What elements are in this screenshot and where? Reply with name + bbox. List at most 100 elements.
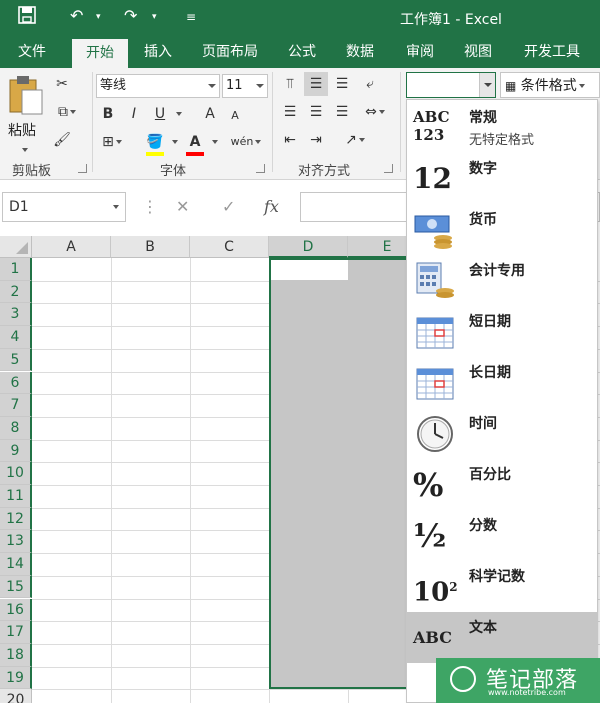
menu-item-accounting[interactable]: 会计专用 bbox=[407, 255, 597, 306]
menu-item-scientific[interactable]: 102 科学记数 bbox=[407, 561, 597, 612]
font-name-select[interactable]: 等线 bbox=[96, 74, 220, 98]
alignment-launcher-icon[interactable] bbox=[384, 164, 393, 173]
row-header-14[interactable]: 14 bbox=[0, 553, 32, 576]
tab-formulas[interactable]: 公式 bbox=[276, 36, 328, 68]
tab-review[interactable]: 审阅 bbox=[394, 36, 446, 68]
undo-icon[interactable]: ↶ bbox=[70, 6, 83, 25]
row-header-20[interactable]: 20 bbox=[0, 689, 32, 703]
menu-item-long-date[interactable]: 长日期 bbox=[407, 357, 597, 408]
row-header-16[interactable]: 16 bbox=[0, 598, 32, 622]
name-box[interactable]: D1 bbox=[2, 192, 126, 222]
font-shrink-button[interactable]: A bbox=[226, 104, 244, 128]
menu-item-label: 百分比 bbox=[469, 467, 511, 483]
row-header-1[interactable]: 1 bbox=[0, 258, 32, 281]
orientation-icon[interactable]: ↗ bbox=[338, 128, 372, 152]
fill-color-icon[interactable]: 🪣 bbox=[144, 130, 166, 154]
menu-item-number[interactable]: 12 数字 bbox=[407, 153, 597, 204]
font-color-dropdown-icon[interactable] bbox=[208, 130, 220, 154]
tab-data[interactable]: 数据 bbox=[334, 36, 386, 68]
format-painter-icon[interactable]: 🖌 bbox=[50, 128, 74, 152]
menu-item-short-date[interactable]: 短日期 bbox=[407, 306, 597, 357]
redo-dropdown-icon[interactable]: ▾ bbox=[152, 12, 157, 22]
tab-view[interactable]: 视图 bbox=[452, 36, 504, 68]
row-header-18[interactable]: 18 bbox=[0, 643, 32, 667]
menu-item-currency[interactable]: 货币 bbox=[407, 204, 597, 255]
align-middle-icon[interactable]: ☰ bbox=[304, 72, 328, 96]
tab-home[interactable]: 开始 bbox=[72, 39, 128, 68]
row-header-7[interactable]: 7 bbox=[0, 394, 32, 417]
menu-item-general[interactable]: ABC 123 常规 无特定格式 bbox=[407, 102, 597, 153]
customize-toolbar-icon[interactable]: ≡ bbox=[186, 10, 196, 24]
conditional-format-button[interactable]: ▦ 条件格式 bbox=[500, 72, 600, 98]
tab-page-layout[interactable]: 页面布局 bbox=[192, 36, 268, 68]
row-header-2[interactable]: 2 bbox=[0, 280, 32, 304]
align-right-icon[interactable]: ☰ bbox=[330, 100, 354, 124]
save-icon[interactable] bbox=[18, 6, 36, 28]
row-header-19[interactable]: 19 bbox=[0, 666, 32, 690]
active-cell[interactable] bbox=[271, 260, 348, 280]
borders-icon[interactable]: ⊞ bbox=[96, 130, 128, 154]
insert-function-button[interactable]: fx bbox=[264, 192, 279, 222]
column-header-a[interactable]: A bbox=[32, 236, 111, 258]
row-header-13[interactable]: 13 bbox=[0, 530, 32, 554]
cancel-icon[interactable]: ✕ bbox=[176, 192, 189, 222]
menu-item-label: 文本 bbox=[469, 620, 497, 636]
tab-developer[interactable]: 开发工具 bbox=[514, 36, 590, 68]
row-header-17[interactable]: 17 bbox=[0, 621, 32, 644]
wrap-text-icon[interactable]: ⤶ bbox=[358, 72, 382, 96]
selected-range[interactable] bbox=[269, 258, 409, 689]
column-header-c[interactable]: C bbox=[190, 236, 269, 258]
watermark: 笔记部落 www.notetribe.com bbox=[436, 658, 600, 703]
column-header-b[interactable]: B bbox=[111, 236, 190, 258]
number-format-select[interactable] bbox=[406, 72, 496, 98]
align-top-icon[interactable]: ⫪ bbox=[278, 72, 302, 96]
font-size-select[interactable]: 11 bbox=[222, 74, 268, 98]
font-launcher-icon[interactable] bbox=[256, 164, 265, 173]
row-header-9[interactable]: 9 bbox=[0, 439, 32, 463]
fill-color-dropdown-icon[interactable] bbox=[168, 130, 180, 154]
row-header-3[interactable]: 3 bbox=[0, 303, 32, 327]
increase-indent-icon[interactable]: ⇥ bbox=[304, 128, 328, 152]
scientific-icon: 102 bbox=[413, 577, 458, 608]
font-color-button[interactable]: A bbox=[184, 130, 206, 154]
row-header-11[interactable]: 11 bbox=[0, 485, 32, 508]
underline-button[interactable]: U bbox=[150, 102, 170, 126]
paste-icon bbox=[9, 76, 43, 115]
menu-item-label: 长日期 bbox=[469, 365, 511, 381]
underline-dropdown-icon[interactable] bbox=[172, 102, 184, 126]
merge-center-icon[interactable]: ⇔ bbox=[358, 100, 392, 124]
row-header-10[interactable]: 10 bbox=[0, 462, 32, 485]
menu-item-time[interactable]: 时间 bbox=[407, 408, 597, 459]
row-header-15[interactable]: 15 bbox=[0, 575, 32, 599]
align-left-icon[interactable]: ☰ bbox=[278, 100, 302, 124]
enter-icon[interactable]: ✓ bbox=[222, 192, 235, 222]
menu-item-percentage[interactable]: % 百分比 bbox=[407, 459, 597, 510]
clipboard-launcher-icon[interactable] bbox=[78, 164, 87, 173]
row-header-5[interactable]: 5 bbox=[0, 348, 32, 372]
select-all-button[interactable] bbox=[0, 236, 32, 258]
more-options-icon[interactable]: ⋮ bbox=[142, 192, 158, 222]
row-header-6[interactable]: 6 bbox=[0, 371, 32, 395]
bold-button[interactable]: B bbox=[98, 102, 118, 126]
percent-icon: % bbox=[413, 466, 444, 504]
tab-insert[interactable]: 插入 bbox=[132, 36, 184, 68]
align-bottom-icon[interactable]: ☰ bbox=[330, 72, 354, 96]
redo-icon[interactable]: ↷ bbox=[124, 6, 137, 25]
row-header-8[interactable]: 8 bbox=[0, 416, 32, 440]
row-header-4[interactable]: 4 bbox=[0, 326, 32, 349]
number-format-dropdown-icon[interactable] bbox=[479, 73, 495, 97]
phonetic-button[interactable]: wén bbox=[228, 130, 264, 154]
column-header-d[interactable]: D bbox=[269, 236, 348, 258]
menu-item-text[interactable]: ABC 文本 bbox=[407, 612, 597, 663]
menu-item-fraction[interactable]: ½ 分数 bbox=[407, 510, 597, 561]
decrease-indent-icon[interactable]: ⇤ bbox=[278, 128, 302, 152]
cut-icon[interactable]: ✂ bbox=[50, 72, 74, 96]
font-grow-button[interactable]: A bbox=[200, 102, 220, 126]
undo-dropdown-icon[interactable]: ▾ bbox=[96, 12, 101, 22]
paste-button[interactable]: 粘贴 bbox=[4, 74, 44, 152]
copy-icon[interactable]: ⧉ bbox=[50, 100, 84, 124]
align-center-icon[interactable]: ☰ bbox=[304, 100, 328, 124]
tab-file[interactable]: 文件 bbox=[6, 36, 58, 68]
italic-button[interactable]: I bbox=[124, 102, 144, 126]
row-header-12[interactable]: 12 bbox=[0, 507, 32, 531]
